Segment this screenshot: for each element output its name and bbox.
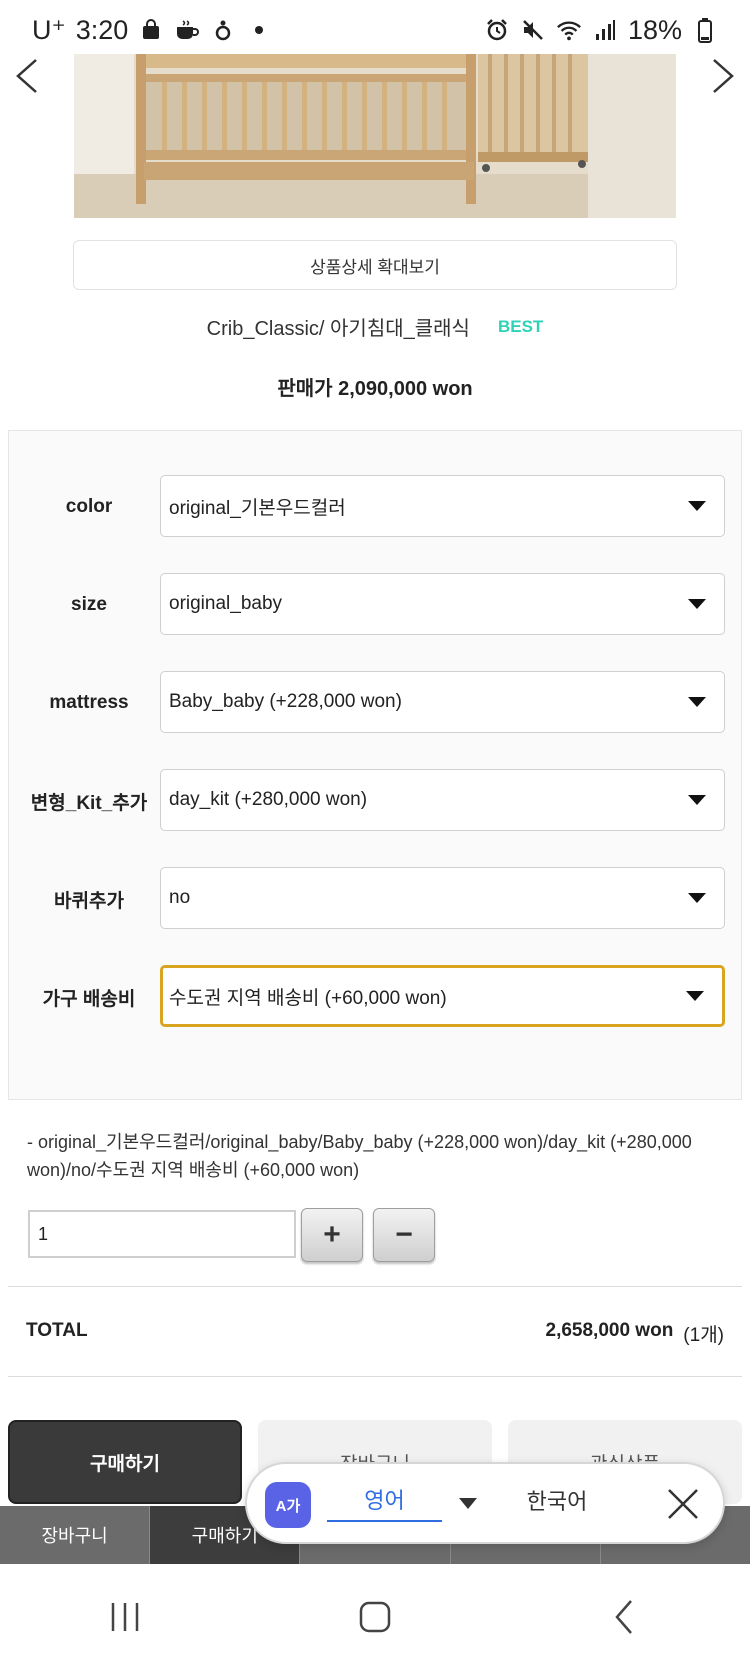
target-language-tab[interactable]: 한국어 xyxy=(497,1478,617,1522)
size-select[interactable]: original_baby xyxy=(160,573,725,635)
option-label: 변형_Kit_추가 xyxy=(30,792,148,814)
option-row-size: size original_baby xyxy=(9,573,743,637)
option-row-color: color original_기본우드컬러 xyxy=(9,475,743,539)
notification-icon xyxy=(210,17,236,43)
option-label: color xyxy=(65,496,113,517)
quantity-input[interactable]: 1 xyxy=(28,1210,296,1258)
next-image-button[interactable] xyxy=(702,56,742,96)
option-label: 바퀴추가 xyxy=(54,890,124,912)
coffee-icon xyxy=(174,17,200,43)
source-language-tab[interactable]: 영어 xyxy=(327,1478,442,1522)
home-icon xyxy=(359,1601,391,1633)
system-navigation-bar xyxy=(0,1567,750,1667)
crib-photo xyxy=(74,54,676,218)
dot-icon xyxy=(246,17,272,43)
product-title: Crib_Classic/ 아기침대_클래식 xyxy=(206,318,470,340)
status-left: U⁺ 3:20 xyxy=(32,15,272,46)
mattress-select[interactable]: Baby_baby (+228,000 won) xyxy=(160,671,725,733)
chevron-left-icon xyxy=(16,59,37,93)
status-right: 18% xyxy=(484,15,718,46)
option-row-mattress: mattress Baby_baby (+228,000 won) xyxy=(9,671,743,735)
option-value: original_baby xyxy=(169,593,283,614)
product-price: 판매가 2,090,000 won xyxy=(277,378,473,400)
option-value: original_기본우드컬러 xyxy=(169,497,346,519)
product-image[interactable] xyxy=(74,54,676,218)
buy-button[interactable]: 구매하기 xyxy=(8,1420,242,1504)
total-price: 2,658,000 won (1개) xyxy=(546,1320,725,1347)
translate-popup: A가 영어 한국어 xyxy=(245,1462,725,1544)
chevron-down-icon xyxy=(688,697,706,707)
home-button[interactable] xyxy=(345,1587,405,1647)
total-count: (1개) xyxy=(683,1325,724,1346)
option-value: day_kit (+280,000 won) xyxy=(169,789,368,810)
quantity-decrease-button[interactable]: − xyxy=(373,1208,435,1262)
status-bar: U⁺ 3:20 18% xyxy=(0,0,750,60)
close-translate-button[interactable] xyxy=(665,1486,701,1522)
total-label: TOTAL xyxy=(26,1320,88,1341)
chevron-right-icon xyxy=(713,59,734,93)
option-label: mattress xyxy=(49,692,129,713)
wifi-icon xyxy=(556,17,582,43)
option-label: 가구 배송비 xyxy=(42,988,136,1010)
alarm-icon xyxy=(484,17,510,43)
option-row-delivery: 가구 배송비 수도권 지역 배송비 (+60,000 won) xyxy=(9,965,743,1029)
language-dropdown-icon[interactable] xyxy=(459,1498,477,1509)
chevron-down-icon xyxy=(688,599,706,609)
wheels-select[interactable]: no xyxy=(160,867,725,929)
mute-icon xyxy=(520,17,546,43)
battery-percent: 18% xyxy=(627,14,682,45)
divider xyxy=(8,1376,742,1377)
chevron-down-icon xyxy=(686,991,704,1001)
best-badge: BEST xyxy=(497,316,544,336)
recent-apps-icon xyxy=(111,1603,139,1631)
translate-logo-icon[interactable]: A가 xyxy=(265,1482,311,1528)
options-panel: color original_기본우드컬러 size original_baby… xyxy=(8,430,742,1100)
carrier-label: U⁺ xyxy=(32,14,66,45)
chevron-down-icon xyxy=(688,893,706,903)
option-row-wheels: 바퀴추가 no xyxy=(9,867,743,931)
option-value: 수도권 지역 배송비 (+60,000 won) xyxy=(169,987,447,1009)
kit-select[interactable]: day_kit (+280,000 won) xyxy=(160,769,725,831)
recent-apps-button[interactable] xyxy=(95,1587,155,1647)
close-icon xyxy=(668,1489,698,1519)
option-row-kit: 변형_Kit_추가 day_kit (+280,000 won) xyxy=(9,769,743,833)
option-value: Baby_baby (+228,000 won) xyxy=(169,691,402,712)
battery-icon xyxy=(692,17,718,43)
option-value: no xyxy=(169,887,191,908)
clock: 3:20 xyxy=(75,14,129,45)
shopping-bag-icon xyxy=(138,17,164,43)
zoom-detail-button[interactable]: 상품상세 확대보기 xyxy=(73,240,677,290)
delivery-fee-select[interactable]: 수도권 지역 배송비 (+60,000 won) xyxy=(160,965,725,1027)
color-select[interactable]: original_기본우드컬러 xyxy=(160,475,725,537)
quantity-increase-button[interactable]: + xyxy=(301,1208,363,1262)
selected-options-summary: - original_기본우드컬러/original_baby/Baby_bab… xyxy=(27,1132,692,1180)
option-label: size xyxy=(71,594,107,615)
product-title-row: Crib_Classic/ 아기침대_클래식 BEST xyxy=(0,312,750,341)
chevron-down-icon xyxy=(688,501,706,511)
previous-image-button[interactable] xyxy=(8,56,48,96)
divider xyxy=(8,1286,742,1287)
total-amount: 2,658,000 won xyxy=(545,1320,674,1341)
tab-cart[interactable]: 장바구니 xyxy=(0,1506,151,1564)
chevron-down-icon xyxy=(688,795,706,805)
back-button[interactable] xyxy=(595,1587,655,1647)
signal-icon xyxy=(592,17,618,43)
back-icon xyxy=(615,1600,632,1634)
